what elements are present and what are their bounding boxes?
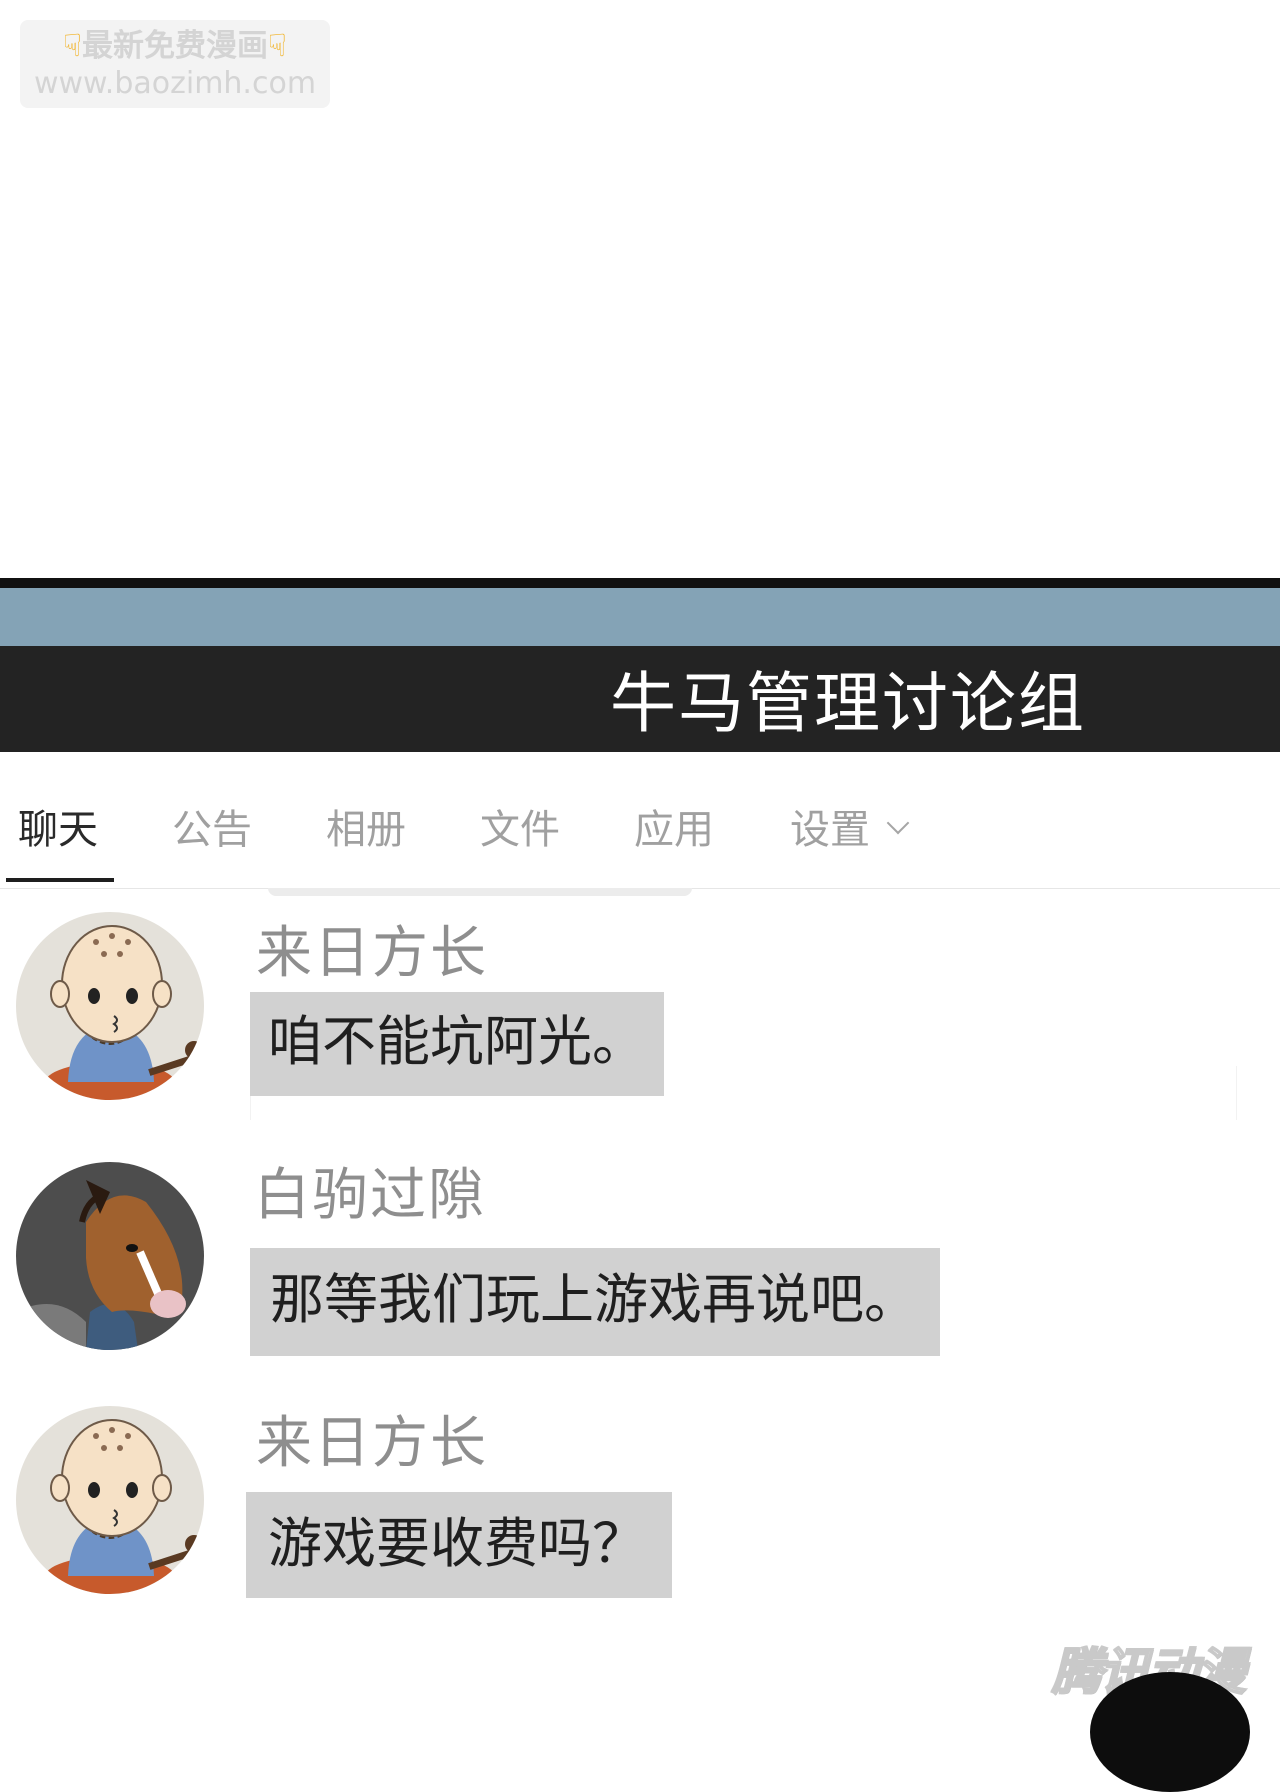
avatar[interactable]	[16, 1406, 204, 1594]
tab-apps[interactable]: 应用	[634, 804, 714, 856]
tab-settings[interactable]: 设置	[790, 804, 910, 856]
avatar[interactable]	[16, 1162, 204, 1350]
sender-name: 来日方长	[256, 1411, 488, 1476]
top-border	[0, 578, 1280, 588]
site-watermark: ☟最新免费漫画☟ www.baozimh.com	[20, 20, 330, 108]
corner-element	[1090, 1672, 1250, 1792]
message-bubble[interactable]: 游戏要收费吗？	[246, 1492, 672, 1598]
tab-announcement[interactable]: 公告	[172, 804, 252, 856]
tab-settings-label: 设置	[790, 807, 870, 853]
watermark-url: www.baozimh.com	[33, 66, 317, 101]
horse-avatar-icon	[16, 1162, 204, 1350]
pointing-down-hand-icon: ☟	[63, 28, 82, 64]
tab-files[interactable]: 文件	[480, 804, 560, 856]
scroll-hint	[268, 888, 692, 896]
message-bubble[interactable]: 咱不能坑阿光。	[250, 992, 664, 1096]
divider	[1236, 1066, 1237, 1120]
group-title: 牛马管理讨论组	[610, 665, 1086, 742]
monk-avatar-icon	[16, 912, 204, 1100]
avatar[interactable]	[16, 912, 204, 1100]
divider	[250, 1096, 251, 1120]
chevron-down-icon	[886, 811, 910, 835]
monk-avatar-icon	[16, 1406, 204, 1594]
active-tab-indicator	[6, 878, 114, 882]
message-bubble[interactable]: 那等我们玩上游戏再说吧。	[250, 1248, 940, 1356]
tab-album[interactable]: 相册	[326, 804, 406, 856]
pointing-down-hand-icon: ☟	[268, 28, 287, 64]
group-tabs: 聊天 公告 相册 文件 应用 设置	[0, 770, 1280, 889]
watermark-headline: ☟最新免费漫画☟	[63, 28, 287, 64]
sender-name: 来日方长	[256, 921, 488, 986]
tab-chat[interactable]: 聊天	[18, 804, 98, 856]
status-bar	[0, 588, 1280, 646]
sender-name: 白驹过隙	[254, 1163, 486, 1228]
